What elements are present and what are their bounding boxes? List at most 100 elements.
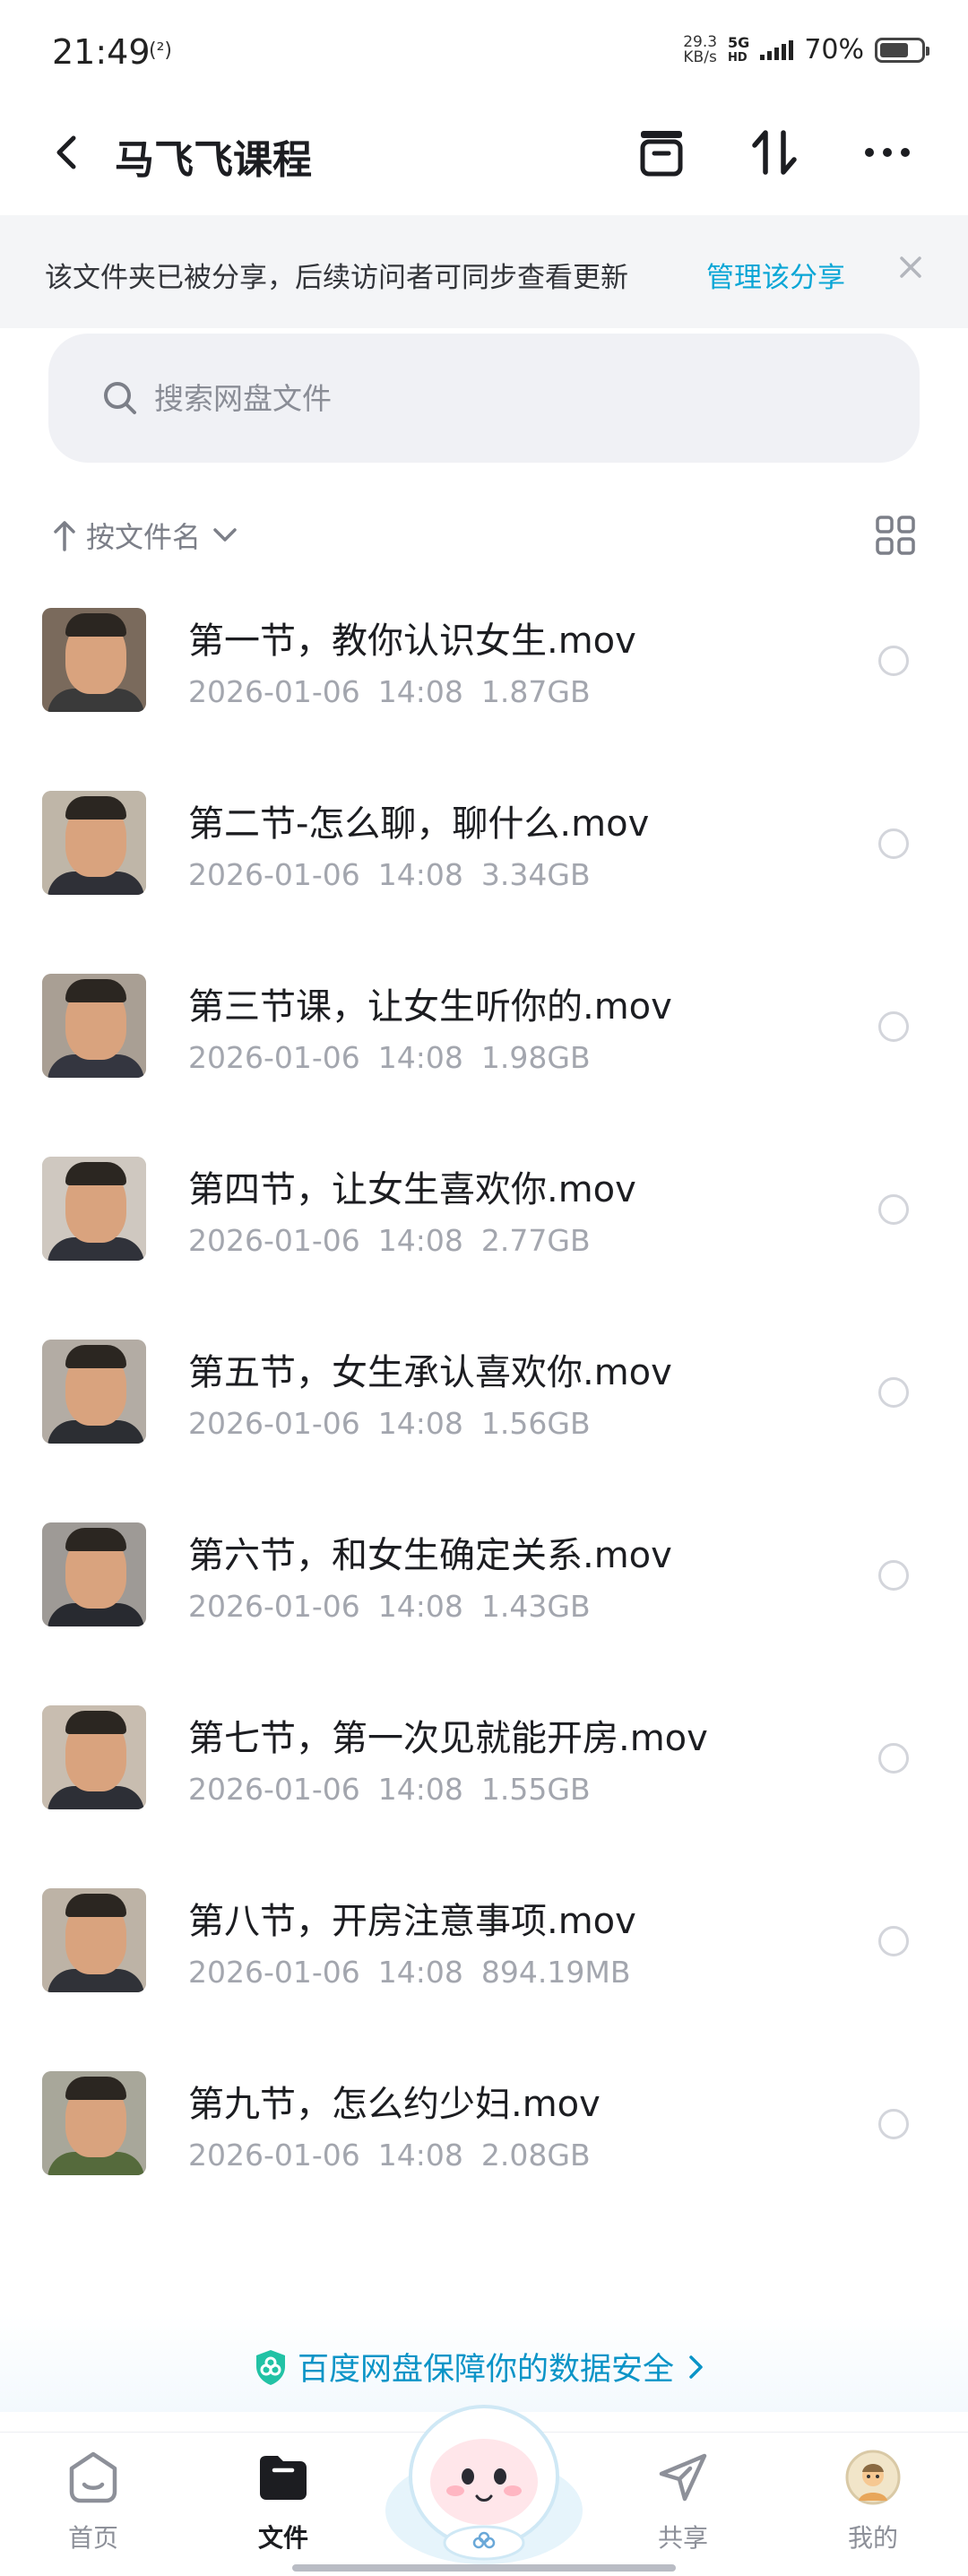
home-icon: [69, 2451, 117, 2503]
file-list-item[interactable]: 第七节，第一次见就能开房.mov 2026-01-06 14:08 1.55GB: [0, 1689, 968, 1872]
file-list-item[interactable]: 第九节，怎么约少妇.mov 2026-01-06 14:08 2.08GB: [0, 2055, 968, 2238]
sort-label: 按文件名: [86, 520, 202, 554]
network-type: 5G HD: [728, 35, 749, 65]
file-list: 第一节，教你认识女生.mov 2026-01-06 14:08 1.87GB 第二节-怎…: [0, 592, 968, 2238]
file-list-item[interactable]: 第八节，开房注意事项.mov 2026-01-06 14:08 894.19MB: [0, 1872, 968, 2055]
more-dots-icon: [865, 148, 910, 157]
share-notice-text: 该文件夹已被分享，后续访问者可同步查看更新: [45, 262, 628, 294]
file-meta: 2026-01-06 14:08 2.08GB: [188, 2138, 591, 2173]
file-name: 第六节，和女生确定关系.mov: [188, 1535, 672, 1576]
file-date: 2026-01-06: [188, 1223, 360, 1258]
file-time: 14:08: [377, 674, 463, 709]
home-indicator[interactable]: [292, 2564, 676, 2572]
file-size: 1.98GB: [480, 1040, 591, 1075]
sort-button[interactable]: [746, 124, 803, 181]
select-checkbox[interactable]: [878, 1377, 909, 1408]
file-time: 14:08: [377, 1772, 463, 1807]
file-name: 第九节，怎么约少妇.mov: [188, 2084, 601, 2125]
file-time: 14:08: [377, 857, 463, 892]
file-date: 2026-01-06: [188, 1589, 360, 1624]
file-size: 1.87GB: [480, 674, 591, 709]
select-checkbox[interactable]: [878, 1743, 909, 1774]
file-list-item[interactable]: 第五节，女生承认喜欢你.mov 2026-01-06 14:08 1.56GB: [0, 1323, 968, 1506]
select-checkbox[interactable]: [878, 1926, 909, 1956]
signal-strength-icon: [760, 39, 794, 60]
grid-view-icon: [876, 516, 915, 555]
sort-toolbar: 按文件名: [0, 502, 968, 570]
sort-by-name-button[interactable]: 按文件名: [52, 515, 240, 556]
file-time: 14:08: [377, 1589, 463, 1624]
file-date: 2026-01-06: [188, 1040, 360, 1075]
select-checkbox[interactable]: [878, 1194, 909, 1225]
manage-share-link[interactable]: 管理该分享: [706, 255, 845, 295]
file-time: 14:08: [377, 1223, 463, 1258]
nav-label-files: 文件: [257, 2523, 308, 2553]
status-time: 21:49: [52, 32, 151, 72]
file-name: 第二节-怎么聊，聊什么.mov: [188, 803, 650, 845]
search-input[interactable]: [154, 373, 853, 423]
video-thumbnail: [42, 1157, 146, 1261]
mascot-icon: [385, 2405, 583, 2564]
sort-arrows-icon: [752, 130, 797, 175]
file-meta: 2026-01-06 14:08 2.77GB: [188, 1223, 591, 1258]
select-checkbox[interactable]: [878, 1011, 909, 1042]
video-thumbnail: [42, 1340, 146, 1444]
nav-label-share: 共享: [657, 2523, 708, 2553]
file-size: 2.08GB: [480, 2138, 591, 2173]
file-meta: 2026-01-06 14:08 1.56GB: [188, 1406, 591, 1441]
nav-item-home[interactable]: 首页: [30, 2449, 156, 2554]
file-name: 第七节，第一次见就能开房.mov: [188, 1718, 708, 1759]
chevron-right-icon: [689, 2355, 703, 2379]
video-thumbnail: [42, 1888, 146, 1992]
battery-icon: [875, 37, 929, 63]
battery-percent: 70%: [804, 34, 864, 65]
folder-icon: [260, 2456, 307, 2500]
send-icon: [659, 2453, 707, 2502]
mascot-button[interactable]: [384, 2376, 584, 2564]
grid-view-button[interactable]: [875, 515, 916, 556]
back-button[interactable]: [47, 127, 91, 178]
chevron-down-icon: [213, 528, 237, 542]
close-icon: [900, 256, 921, 278]
select-checkbox[interactable]: [878, 1560, 909, 1591]
back-arrow-icon: [56, 135, 76, 169]
archive-button[interactable]: [633, 124, 690, 181]
file-list-item[interactable]: 第六节，和女生确定关系.mov 2026-01-06 14:08 1.43GB: [0, 1506, 968, 1689]
file-list-item[interactable]: 第一节，教你认识女生.mov 2026-01-06 14:08 1.87GB: [0, 592, 968, 775]
page-title: 马飞飞课程: [115, 137, 312, 183]
file-name: 第一节，教你认识女生.mov: [188, 620, 636, 662]
search-box[interactable]: [48, 334, 920, 463]
more-button[interactable]: [859, 124, 916, 181]
select-checkbox[interactable]: [878, 828, 909, 859]
file-date: 2026-01-06: [188, 2138, 360, 2173]
file-meta: 2026-01-06 14:08 1.87GB: [188, 674, 591, 709]
select-checkbox[interactable]: [878, 646, 909, 676]
file-meta: 2026-01-06 14:08 1.98GB: [188, 1040, 591, 1075]
nav-item-mine[interactable]: 我的: [810, 2449, 936, 2554]
video-thumbnail: [42, 974, 146, 1078]
file-list-item[interactable]: 第三节课，让女生听你的.mov 2026-01-06 14:08 1.98GB: [0, 958, 968, 1141]
file-date: 2026-01-06: [188, 1955, 360, 1990]
file-size: 1.56GB: [480, 1406, 591, 1441]
nav-item-share[interactable]: 共享: [620, 2449, 746, 2554]
nav-item-files[interactable]: 文件: [220, 2449, 346, 2554]
search-icon: [104, 382, 136, 414]
close-banner-button[interactable]: [893, 249, 929, 285]
file-date: 2026-01-06: [188, 857, 360, 892]
file-list-item[interactable]: 第四节，让女生喜欢你.mov 2026-01-06 14:08 2.77GB: [0, 1141, 968, 1323]
file-name: 第四节，让女生喜欢你.mov: [188, 1169, 636, 1210]
file-name: 第八节，开房注意事项.mov: [188, 1901, 636, 1942]
select-checkbox[interactable]: [878, 2109, 909, 2139]
file-date: 2026-01-06: [188, 674, 360, 709]
nav-label-mine: 我的: [847, 2523, 898, 2553]
arrow-up-icon: [54, 521, 75, 551]
file-size: 1.43GB: [480, 1589, 591, 1624]
file-time: 14:08: [377, 1406, 463, 1441]
video-thumbnail: [42, 1705, 146, 1809]
network-type-secondary: HD: [728, 50, 748, 65]
file-meta: 2026-01-06 14:08 1.43GB: [188, 1589, 591, 1624]
file-list-item[interactable]: 第二节-怎么聊，聊什么.mov 2026-01-06 14:08 3.34GB: [0, 775, 968, 958]
file-time: 14:08: [377, 1955, 463, 1990]
wifi-calling-icon: (²): [149, 39, 172, 62]
top-bar: 马飞飞课程: [0, 108, 968, 197]
